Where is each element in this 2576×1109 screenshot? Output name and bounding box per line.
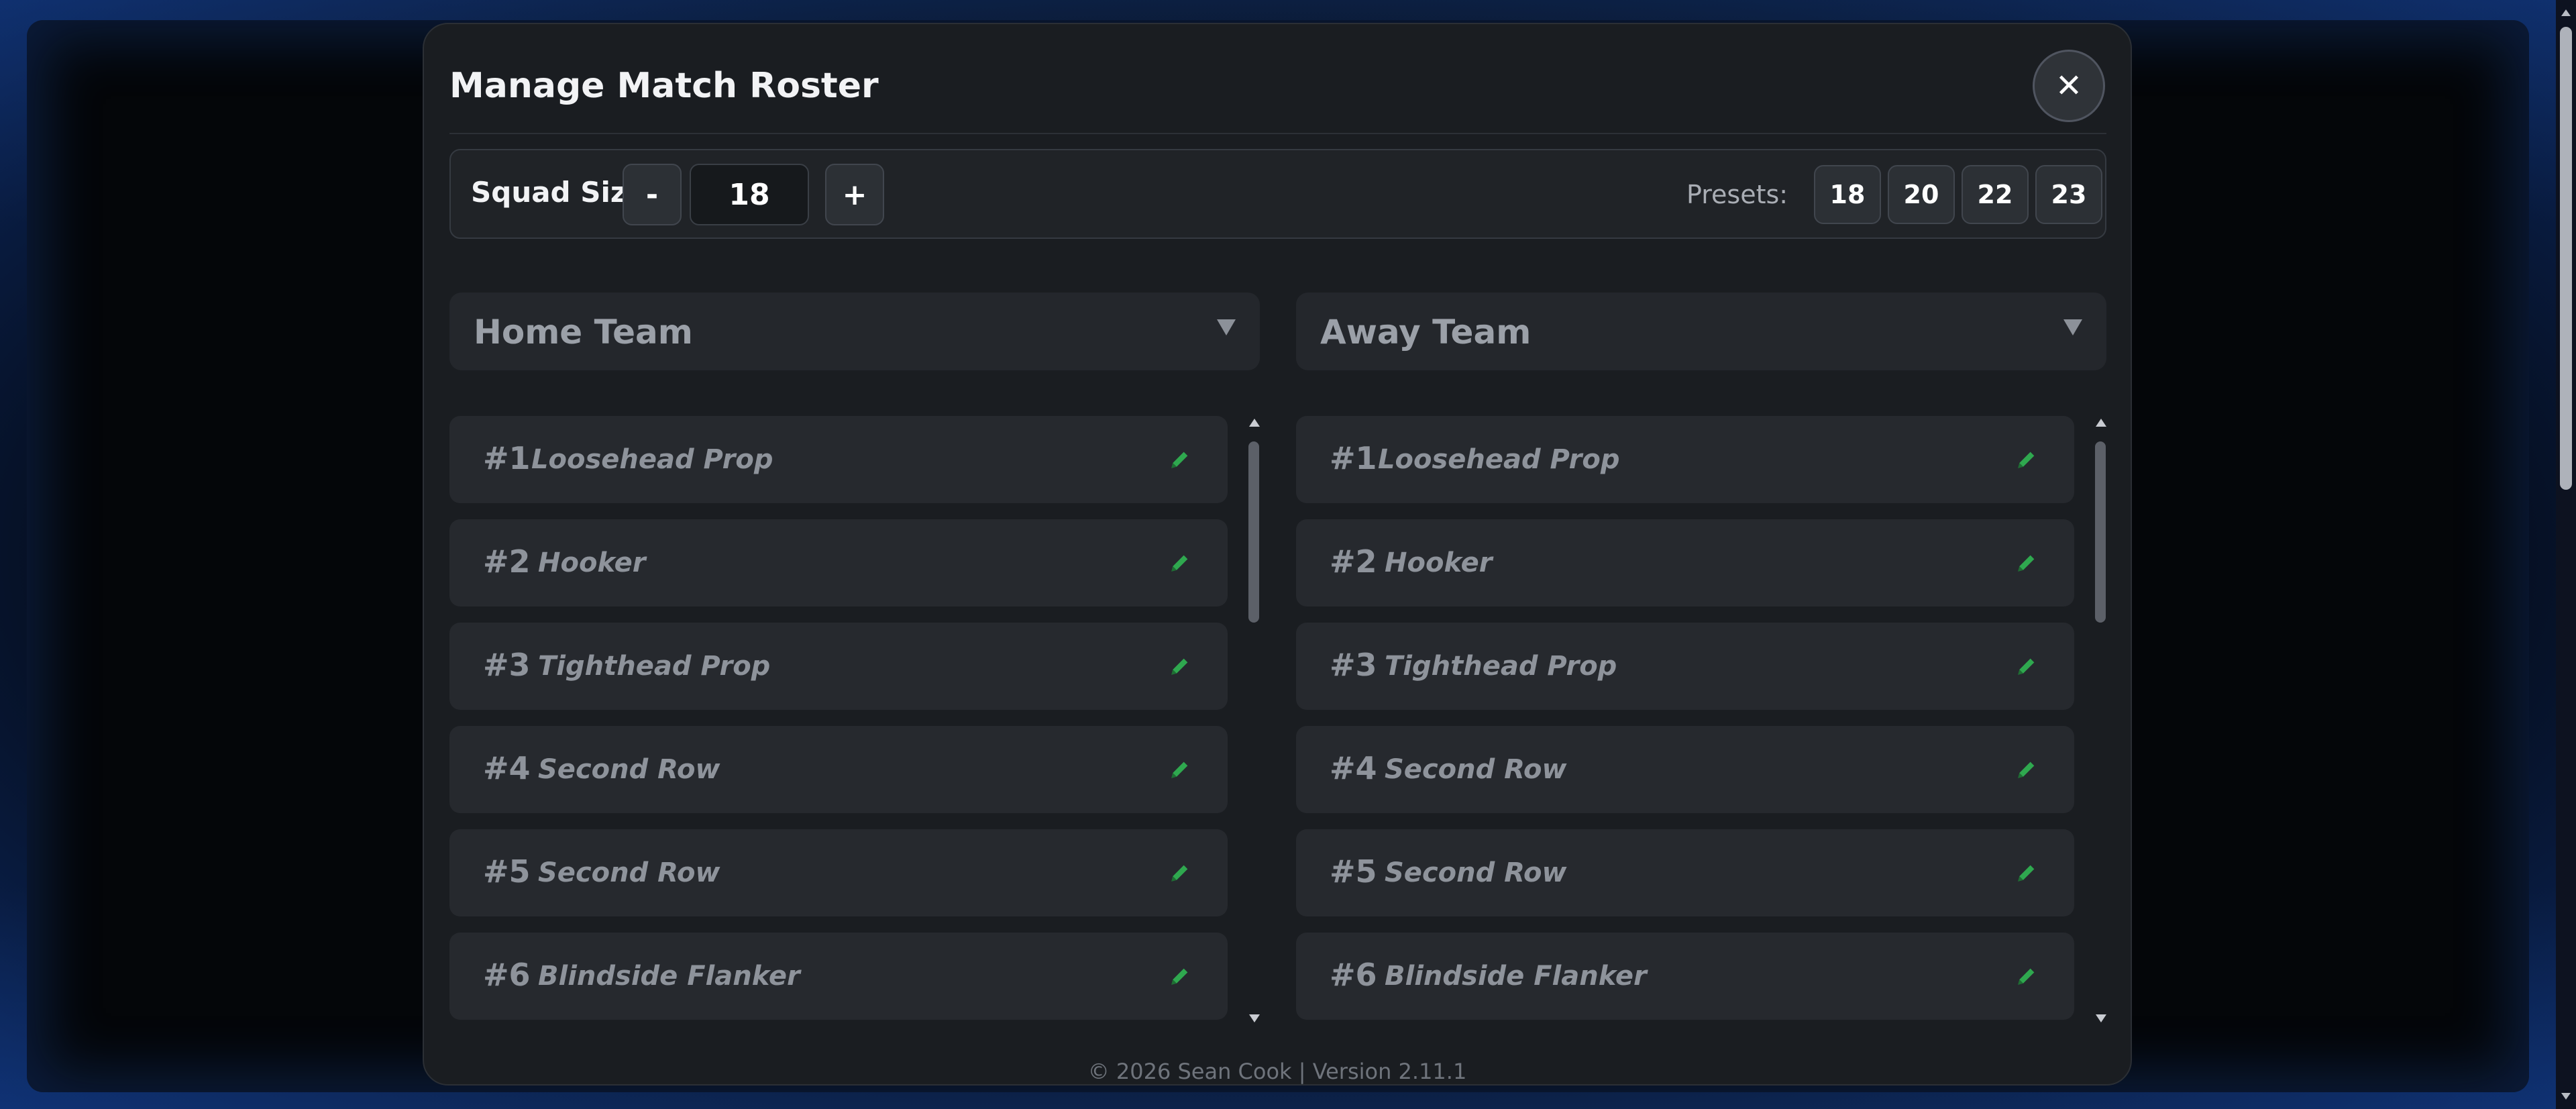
row-number: #3	[483, 647, 531, 683]
home-roster-row-3[interactable]: #3 Tighthead Prop	[449, 623, 1228, 710]
row-number: #5	[1330, 853, 1377, 890]
home-team-header[interactable]: Home Team	[449, 293, 1260, 370]
home-roster-row-2[interactable]: #2 Hooker	[449, 519, 1228, 606]
away-roster-row-6[interactable]: #6 Blindside Flanker	[1296, 933, 2074, 1020]
pencil-icon[interactable]	[2015, 655, 2038, 678]
away-list-scrollbar[interactable]	[2093, 419, 2109, 1022]
squad-size-bar: Squad Size: - 18 + Presets: 18 20 22 23	[449, 149, 2106, 239]
away-team-header[interactable]: Away Team	[1296, 293, 2106, 370]
pencil-icon[interactable]	[1169, 758, 1191, 781]
away-roster-row-3[interactable]: #3 Tighthead Prop	[1296, 623, 2074, 710]
scroll-up-icon[interactable]	[1249, 419, 1260, 427]
home-roster-row-6[interactable]: #6 Blindside Flanker	[449, 933, 1228, 1020]
chevron-down-icon	[1217, 319, 1236, 335]
scroll-thumb[interactable]	[2095, 441, 2106, 623]
row-position: Tighthead Prop	[538, 651, 771, 682]
home-roster-row-1[interactable]: #1 Loosehead Prop	[449, 416, 1228, 503]
scroll-up-icon[interactable]	[2096, 419, 2106, 427]
row-number: #5	[483, 853, 531, 890]
row-number: #3	[1330, 647, 1377, 683]
pencil-icon[interactable]	[1169, 861, 1191, 884]
home-list-scrollbar[interactable]	[1246, 419, 1263, 1022]
home-team-title: Home Team	[474, 313, 693, 352]
row-position: Loosehead Prop	[1378, 444, 1620, 475]
page-scrollbar[interactable]	[2556, 0, 2576, 1109]
row-number: #4	[483, 750, 531, 786]
modal-title: Manage Match Roster	[449, 66, 879, 106]
row-position: Second Row	[1385, 754, 1567, 785]
close-icon: ✕	[2055, 67, 2083, 105]
page-scroll-thumb[interactable]	[2560, 27, 2572, 490]
row-position: Hooker	[1385, 547, 1493, 578]
row-number: #4	[1330, 750, 1377, 786]
pencil-icon[interactable]	[1169, 551, 1191, 574]
scroll-down-icon[interactable]	[2096, 1014, 2106, 1022]
row-position: Second Row	[538, 754, 720, 785]
row-number: #1	[483, 440, 531, 476]
page-scroll-up-icon[interactable]	[2561, 9, 2571, 16]
row-position: Second Row	[538, 857, 720, 888]
pencil-icon[interactable]	[1169, 965, 1191, 988]
away-roster-row-5[interactable]: #5 Second Row	[1296, 829, 2074, 916]
row-position: Blindside Flanker	[1385, 961, 1647, 992]
footer-copyright: © 2026 Sean Cook | Version 2.11.1	[1087, 1059, 1467, 1084]
row-position: Hooker	[538, 547, 646, 578]
roster-modal: Manage Match Roster ✕ Squad Size: - 18 +…	[423, 23, 2132, 1086]
preset-button-22[interactable]: 22	[1962, 165, 2029, 224]
row-number: #6	[1330, 957, 1377, 993]
pencil-icon[interactable]	[2015, 965, 2038, 988]
presets-label: Presets:	[1686, 180, 1788, 209]
preset-button-18[interactable]: 18	[1814, 165, 1881, 224]
home-roster-list: #1 Loosehead Prop #2 Hooker #3 Tighthead…	[449, 416, 1228, 1036]
increase-squad-button[interactable]: +	[825, 164, 884, 225]
pencil-icon[interactable]	[2015, 861, 2038, 884]
preset-button-23[interactable]: 23	[2035, 165, 2102, 224]
row-position: Second Row	[1385, 857, 1567, 888]
away-roster-list: #1 Loosehead Prop #2 Hooker #3 Tighthead…	[1296, 416, 2074, 1036]
title-divider	[449, 133, 2106, 134]
pencil-icon[interactable]	[1169, 448, 1191, 471]
decrease-squad-button[interactable]: -	[623, 164, 682, 225]
away-roster-row-2[interactable]: #2 Hooker	[1296, 519, 2074, 606]
row-number: #6	[483, 957, 531, 993]
row-number: #2	[1330, 543, 1377, 580]
scroll-down-icon[interactable]	[1249, 1014, 1260, 1022]
home-roster-row-5[interactable]: #5 Second Row	[449, 829, 1228, 916]
home-roster-row-4[interactable]: #4 Second Row	[449, 726, 1228, 813]
row-number: #1	[1330, 440, 1377, 476]
preset-button-20[interactable]: 20	[1888, 165, 1955, 224]
scroll-thumb[interactable]	[1248, 441, 1259, 623]
away-team-title: Away Team	[1320, 313, 1532, 352]
row-position: Tighthead Prop	[1385, 651, 1617, 682]
close-button[interactable]: ✕	[2033, 50, 2105, 122]
pencil-icon[interactable]	[2015, 758, 2038, 781]
row-position: Loosehead Prop	[531, 444, 773, 475]
page-scroll-down-icon[interactable]	[2561, 1093, 2571, 1100]
pencil-icon[interactable]	[1169, 655, 1191, 678]
squad-size-input[interactable]: 18	[690, 164, 809, 225]
away-roster-row-4[interactable]: #4 Second Row	[1296, 726, 2074, 813]
row-position: Blindside Flanker	[538, 961, 800, 992]
away-roster-row-1[interactable]: #1 Loosehead Prop	[1296, 416, 2074, 503]
pencil-icon[interactable]	[2015, 551, 2038, 574]
chevron-down-icon	[2063, 319, 2082, 335]
pencil-icon[interactable]	[2015, 448, 2038, 471]
row-number: #2	[483, 543, 531, 580]
